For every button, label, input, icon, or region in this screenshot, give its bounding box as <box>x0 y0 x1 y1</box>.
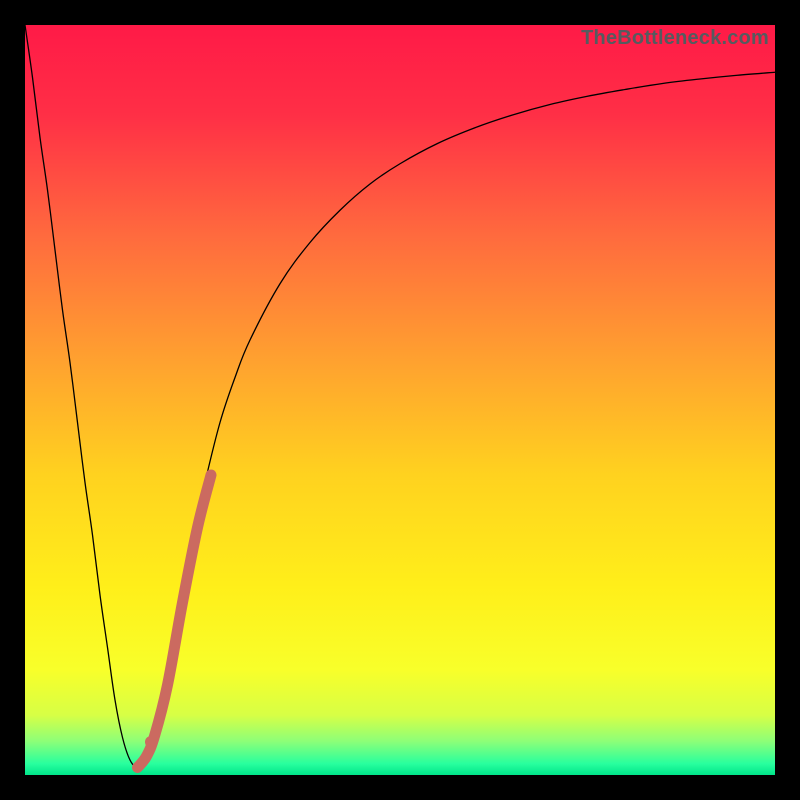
highlight-dot <box>145 736 157 748</box>
chart-plot-area: TheBottleneck.com <box>25 25 775 775</box>
chart-background <box>25 25 775 775</box>
chart-svg <box>25 25 775 775</box>
watermark-text: TheBottleneck.com <box>581 27 769 50</box>
chart-frame: TheBottleneck.com <box>0 0 800 800</box>
